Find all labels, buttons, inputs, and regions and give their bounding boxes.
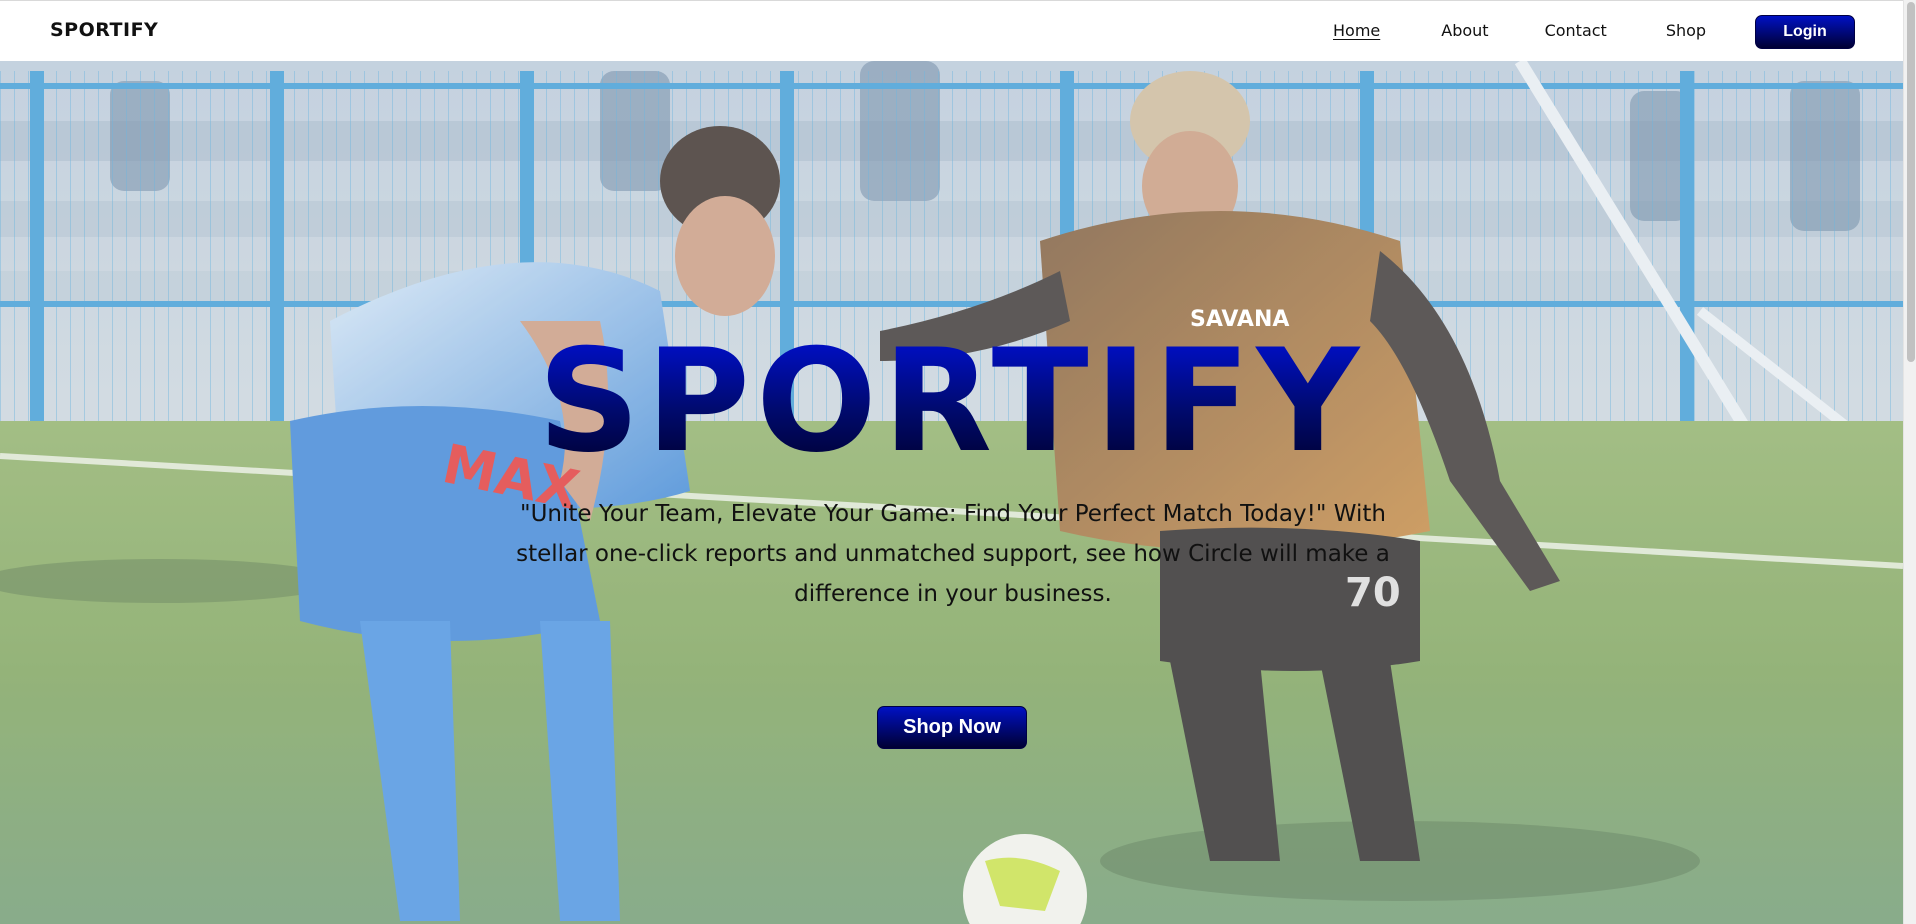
nav-link-about[interactable]: About: [1441, 21, 1488, 40]
page-scrollbar[interactable]: [1903, 0, 1916, 924]
top-navbar: SPORTIFY Home About Contact Shop Login: [0, 0, 1903, 61]
nav-link-home[interactable]: Home: [1333, 21, 1380, 40]
hero-tagline: "Unite Your Team, Elevate Your Game: Fin…: [516, 501, 1390, 607]
hero-section: MAX SAVANA 70 SPORTIFY "Unite Your Team,…: [0, 61, 1903, 924]
nav-links: Home About Contact Shop: [1333, 21, 1706, 40]
nav-link-contact[interactable]: Contact: [1545, 21, 1607, 40]
brand-logo[interactable]: SPORTIFY: [50, 19, 158, 41]
hero-title: SPORTIFY: [0, 327, 1903, 477]
nav-link-shop[interactable]: Shop: [1666, 21, 1706, 40]
scrollbar-thumb[interactable]: [1907, 2, 1915, 362]
hero-overlay: [0, 61, 1903, 924]
login-button[interactable]: Login: [1755, 15, 1855, 49]
shop-now-button[interactable]: Shop Now: [877, 706, 1027, 749]
